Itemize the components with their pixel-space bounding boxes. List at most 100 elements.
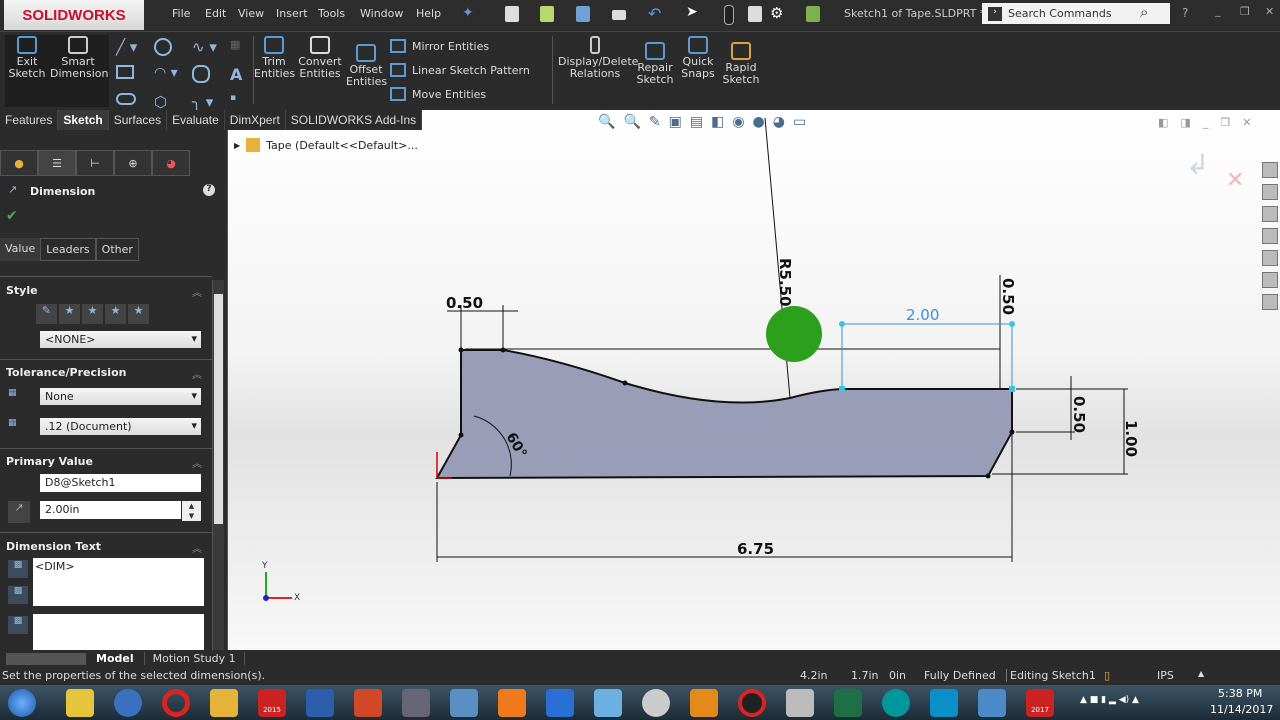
pin-icon[interactable]: ✦ bbox=[462, 5, 474, 21]
precision-select[interactable]: .12 (Document) bbox=[40, 418, 201, 435]
start-button[interactable] bbox=[8, 689, 36, 717]
units-selector[interactable]: IPS bbox=[1157, 669, 1174, 682]
property-manager-tab-icon[interactable]: ☰ bbox=[38, 150, 76, 176]
move-entities-button[interactable]: Move Entities bbox=[390, 87, 486, 101]
subtab-value[interactable]: Value bbox=[0, 238, 41, 261]
help-icon[interactable]: ? bbox=[1182, 6, 1188, 20]
open-icon[interactable] bbox=[540, 6, 554, 22]
task-pane-properties-icon[interactable] bbox=[1262, 272, 1278, 288]
linear-sketch-pattern-button[interactable]: Linear Sketch Pattern bbox=[390, 63, 530, 77]
word-icon[interactable] bbox=[306, 689, 334, 717]
value-spinner[interactable]: ▲ ▼ bbox=[182, 501, 201, 521]
display-delete-relations-button[interactable]: Display/Delete Relations bbox=[558, 36, 638, 80]
menu-window[interactable]: Window bbox=[360, 7, 403, 20]
tab-scroll-arrows[interactable] bbox=[6, 652, 86, 665]
pm-scroll-thumb[interactable] bbox=[214, 294, 223, 524]
system-tray-icons[interactable]: ▲ ■ ▮ ▂ ◀) ▲ bbox=[1080, 695, 1139, 705]
display-manager-tab-icon[interactable]: ◕ bbox=[152, 150, 190, 176]
line-icon[interactable]: ╱ ▾ bbox=[116, 38, 154, 56]
tolerance-select[interactable]: None bbox=[40, 388, 201, 405]
tab-evaluate[interactable]: Evaluate bbox=[167, 110, 225, 130]
delete-style-icon[interactable]: ★ bbox=[82, 304, 103, 324]
arduino-icon[interactable] bbox=[882, 689, 910, 717]
collapse-tolerance-icon[interactable]: ︽ bbox=[192, 366, 202, 381]
slot-icon[interactable] bbox=[116, 93, 136, 105]
sketch-profile[interactable] bbox=[435, 349, 1013, 480]
units-arrow-icon[interactable]: ▲ bbox=[1198, 669, 1204, 678]
ellipse-icon[interactable] bbox=[192, 65, 210, 83]
clock-time[interactable]: 5:38 PM bbox=[1218, 687, 1262, 700]
solidworks-2017-icon[interactable]: 2017 bbox=[1026, 689, 1054, 717]
smart-dimension-button[interactable]: Smart Dimension bbox=[50, 36, 108, 80]
undo-icon[interactable]: ↶ bbox=[648, 4, 661, 23]
subtab-leaders[interactable]: Leaders bbox=[40, 238, 96, 261]
pm-scrollbar[interactable] bbox=[212, 280, 224, 650]
menu-edit[interactable]: Edit bbox=[205, 7, 226, 20]
select-icon[interactable]: ➤ bbox=[686, 4, 698, 20]
dimension-text-above[interactable]: <DIM> bbox=[33, 558, 204, 606]
help-icon[interactable]: ? bbox=[203, 184, 215, 196]
dim-right-total[interactable]: 1.00 bbox=[1122, 420, 1140, 457]
ok-checkmark-icon[interactable]: ✔ bbox=[6, 208, 18, 224]
add-parentheses-icon[interactable]: ▩ bbox=[8, 560, 28, 578]
rebuild-icon[interactable] bbox=[724, 5, 734, 25]
quick-snaps-button[interactable]: Quick Snaps bbox=[680, 36, 716, 80]
media-player-icon[interactable] bbox=[498, 689, 526, 717]
load-style-icon[interactable]: ★ bbox=[128, 304, 149, 324]
webcam-icon[interactable] bbox=[642, 689, 670, 717]
center-dimension-icon[interactable]: ▩ bbox=[8, 586, 28, 604]
configuration-manager-tab-icon[interactable]: ⊢ bbox=[76, 150, 114, 176]
dim-top-left[interactable]: 0.50 bbox=[446, 294, 483, 312]
tab-features[interactable]: Features bbox=[0, 110, 59, 130]
task-pane-home-icon[interactable] bbox=[1262, 162, 1278, 178]
dimxpert-manager-tab-icon[interactable]: ⊕ bbox=[114, 150, 152, 176]
menu-file[interactable]: File bbox=[172, 7, 190, 20]
tab-motion-study[interactable]: Motion Study 1 bbox=[143, 652, 245, 665]
opera-icon[interactable] bbox=[162, 689, 190, 717]
solidworks-2015-icon[interactable]: 2015 bbox=[258, 689, 286, 717]
recorder-icon[interactable] bbox=[738, 689, 766, 717]
save-style-icon[interactable]: ★ bbox=[105, 304, 126, 324]
close-icon[interactable]: ✕ bbox=[1265, 5, 1274, 18]
trim-entities-button[interactable]: Trim Entities bbox=[254, 36, 295, 80]
repair-sketch-button[interactable]: Repair Sketch bbox=[636, 42, 674, 86]
menu-help[interactable]: Help bbox=[416, 7, 441, 20]
add-style-icon[interactable]: ★ bbox=[59, 304, 80, 324]
collapse-dimtext-icon[interactable]: ︽ bbox=[192, 540, 202, 555]
app-grid-icon[interactable] bbox=[402, 689, 430, 717]
dimension-value-input[interactable]: 2.00in bbox=[40, 501, 181, 519]
mc-icon[interactable] bbox=[930, 689, 958, 717]
batman-app-icon[interactable] bbox=[66, 689, 94, 717]
task-pane-custom-icon[interactable] bbox=[1262, 294, 1278, 310]
offset-entities-button[interactable]: Offset Entities bbox=[346, 44, 387, 88]
rebuild-status-icon[interactable]: ▯ bbox=[1104, 669, 1110, 682]
mirror-entities-button[interactable]: Mirror Entities bbox=[390, 39, 489, 53]
powerpoint-icon[interactable] bbox=[354, 689, 382, 717]
thunderbird-icon[interactable] bbox=[114, 689, 142, 717]
task-pane-explorer-icon[interactable] bbox=[1262, 228, 1278, 244]
clock-date[interactable]: 11/14/2017 bbox=[1210, 703, 1273, 716]
new-icon[interactable] bbox=[505, 6, 519, 22]
explorer-icon[interactable] bbox=[210, 689, 238, 717]
solidworks-logo[interactable]: SOLIDWORKS bbox=[4, 0, 144, 30]
circle-icon[interactable] bbox=[154, 38, 172, 56]
excel-icon[interactable] bbox=[834, 689, 862, 717]
dim-selected[interactable]: 2.00 bbox=[906, 306, 939, 324]
snipping-tool-icon[interactable] bbox=[786, 689, 814, 717]
point-icon[interactable]: ▪ bbox=[230, 93, 268, 111]
tab-model[interactable]: Model bbox=[86, 652, 144, 665]
app-icon[interactable] bbox=[450, 689, 478, 717]
menu-insert[interactable]: Insert bbox=[276, 7, 308, 20]
dim-top-right[interactable]: 0.50 bbox=[999, 278, 1017, 315]
dim-radius[interactable]: R5.50 bbox=[776, 258, 794, 307]
minimize-icon[interactable]: _ bbox=[1215, 4, 1221, 17]
task-pane-resources-icon[interactable] bbox=[1262, 184, 1278, 200]
save-icon[interactable] bbox=[576, 6, 590, 22]
task-pane-library-icon[interactable] bbox=[1262, 206, 1278, 222]
graphics-area[interactable]: 🔍 🔍 ✎ ▣ ▤ ◧ ◉ ● ◕ ▭ ◧ ◨ _ ❐ ✕ ▶ Tape (Default<<Defaul… bbox=[228, 110, 1280, 650]
exit-sketch-button[interactable]: Exit Sketch bbox=[6, 36, 48, 80]
restore-icon[interactable]: ❐ bbox=[1240, 5, 1250, 18]
spline-icon[interactable]: ∿ ▾ bbox=[192, 38, 230, 56]
tab-sketch[interactable]: Sketch bbox=[58, 110, 109, 130]
print-icon[interactable] bbox=[612, 10, 626, 20]
